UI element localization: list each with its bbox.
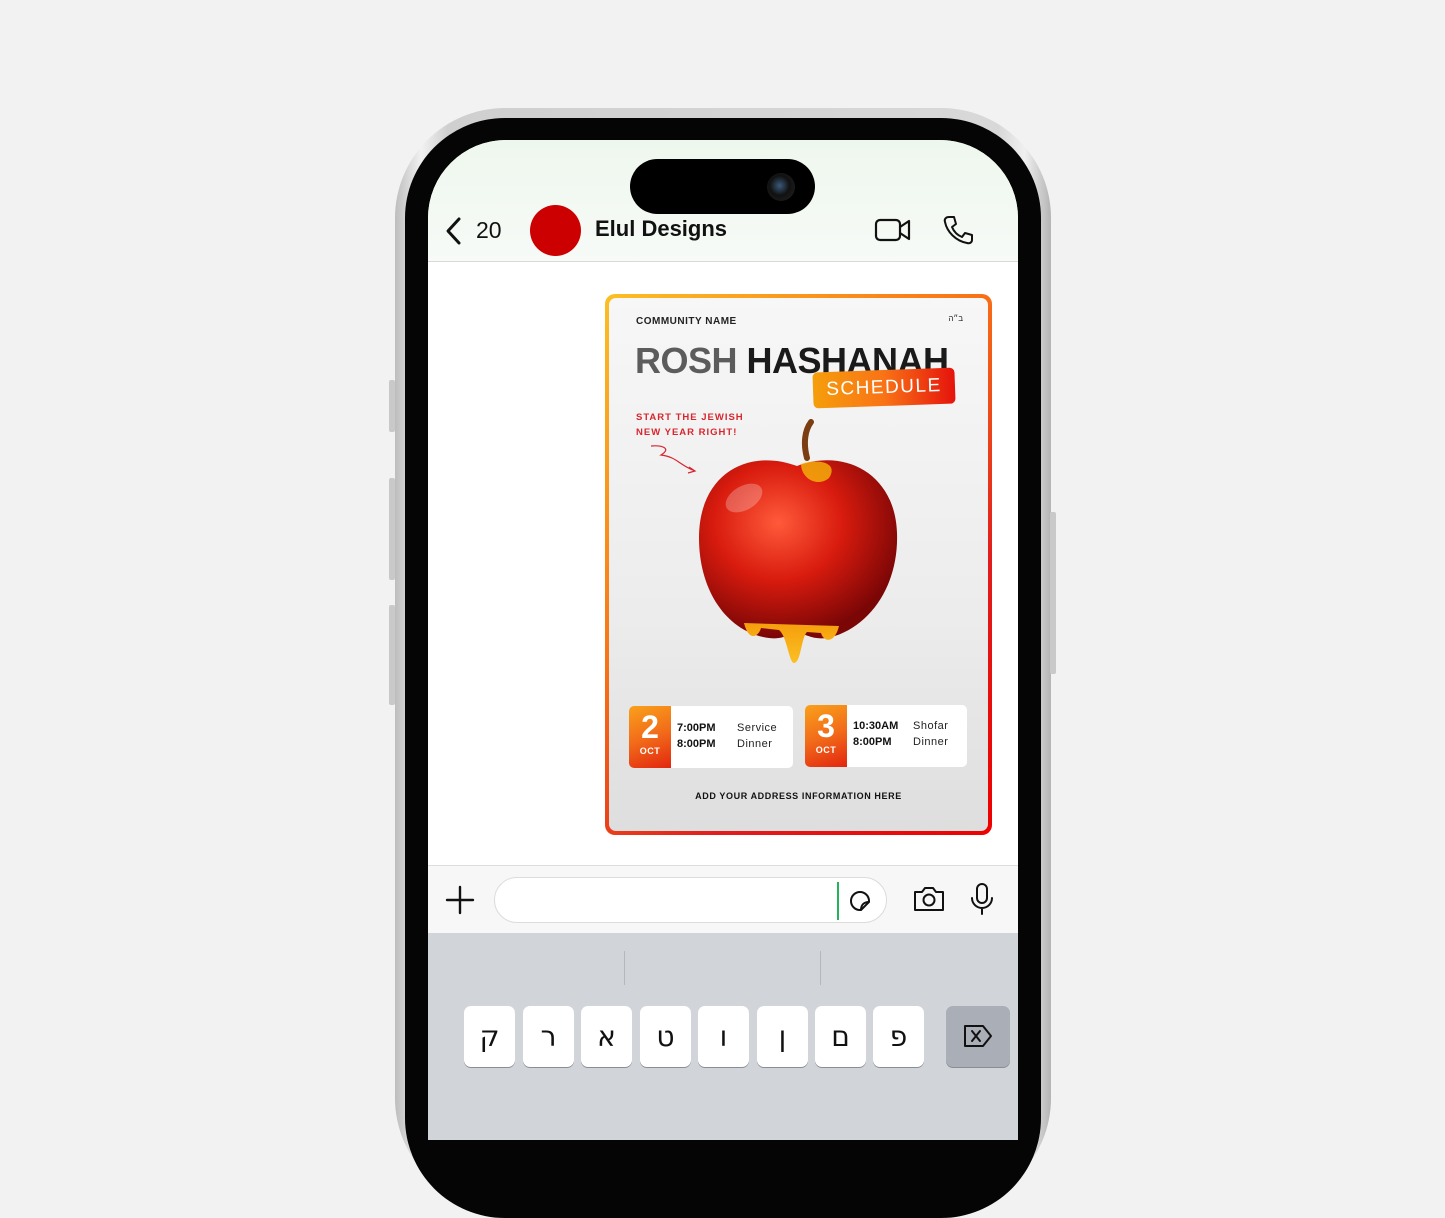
video-camera-icon[interactable] [874, 216, 912, 244]
power-button [1050, 512, 1056, 674]
suggestion-divider [624, 951, 625, 985]
event-row: 8:00PM Dinner [853, 736, 949, 748]
plus-icon[interactable] [444, 884, 476, 916]
key[interactable]: ם [815, 1006, 866, 1067]
key[interactable]: ט [640, 1006, 691, 1067]
schedule-badge: SCHEDULE [812, 367, 956, 409]
sticker-icon[interactable] [847, 888, 873, 914]
key[interactable]: ו [698, 1006, 749, 1067]
day-card-oct-2: 2 OCT 7:00PM Service 8:00PM Dinner [629, 706, 793, 768]
key[interactable]: ן [757, 1006, 808, 1067]
volume-up-button [389, 478, 395, 580]
community-name: COMMUNITY NAME [636, 316, 737, 327]
message-input[interactable] [494, 877, 887, 923]
text-caret [837, 882, 839, 920]
chevron-left-icon[interactable] [444, 216, 464, 246]
back-count[interactable]: 20 [476, 217, 502, 244]
delete-key[interactable] [946, 1006, 1010, 1067]
chat-area: COMMUNITY NAME ב״ה ROSH HASHANAH SCHEDUL… [428, 262, 1018, 865]
day-card-oct-3: 3 OCT 10:30AM Shofar 8:00PM Dinner [805, 705, 967, 767]
suggestion-divider [820, 951, 821, 985]
image-message[interactable]: COMMUNITY NAME ב״ה ROSH HASHANAH SCHEDUL… [605, 294, 992, 835]
keyboard: ק ר א ט ו ן ם פ [428, 933, 1018, 1140]
microphone-icon[interactable] [969, 882, 995, 916]
event-row: 7:00PM Service [677, 722, 778, 734]
chat-header: 20 Elul Designs [428, 140, 1018, 262]
key[interactable]: א [581, 1006, 632, 1067]
key[interactable]: פ [873, 1006, 924, 1067]
flyer: COMMUNITY NAME ב״ה ROSH HASHANAH SCHEDUL… [609, 298, 988, 831]
front-camera [767, 173, 795, 201]
address-text: ADD YOUR ADDRESS INFORMATION HERE [695, 791, 902, 801]
phone-icon[interactable] [942, 214, 974, 246]
mute-switch [389, 380, 395, 432]
contact-name[interactable]: Elul Designs [595, 216, 727, 242]
composer [428, 865, 1018, 933]
apple-image [699, 419, 898, 663]
key[interactable]: ר [523, 1006, 574, 1067]
camera-icon[interactable] [912, 885, 946, 913]
event-row: 10:30AM Shofar [853, 720, 949, 732]
screen: 20 Elul Designs COMMUNITY NAME ב״ה ROSH … [428, 140, 1018, 1140]
event-row: 8:00PM Dinner [677, 738, 773, 750]
bh-text: ב״ה [948, 314, 963, 323]
volume-down-button [389, 605, 395, 705]
backspace-icon [964, 1025, 992, 1047]
key[interactable]: ק [464, 1006, 515, 1067]
avatar[interactable] [530, 205, 581, 256]
